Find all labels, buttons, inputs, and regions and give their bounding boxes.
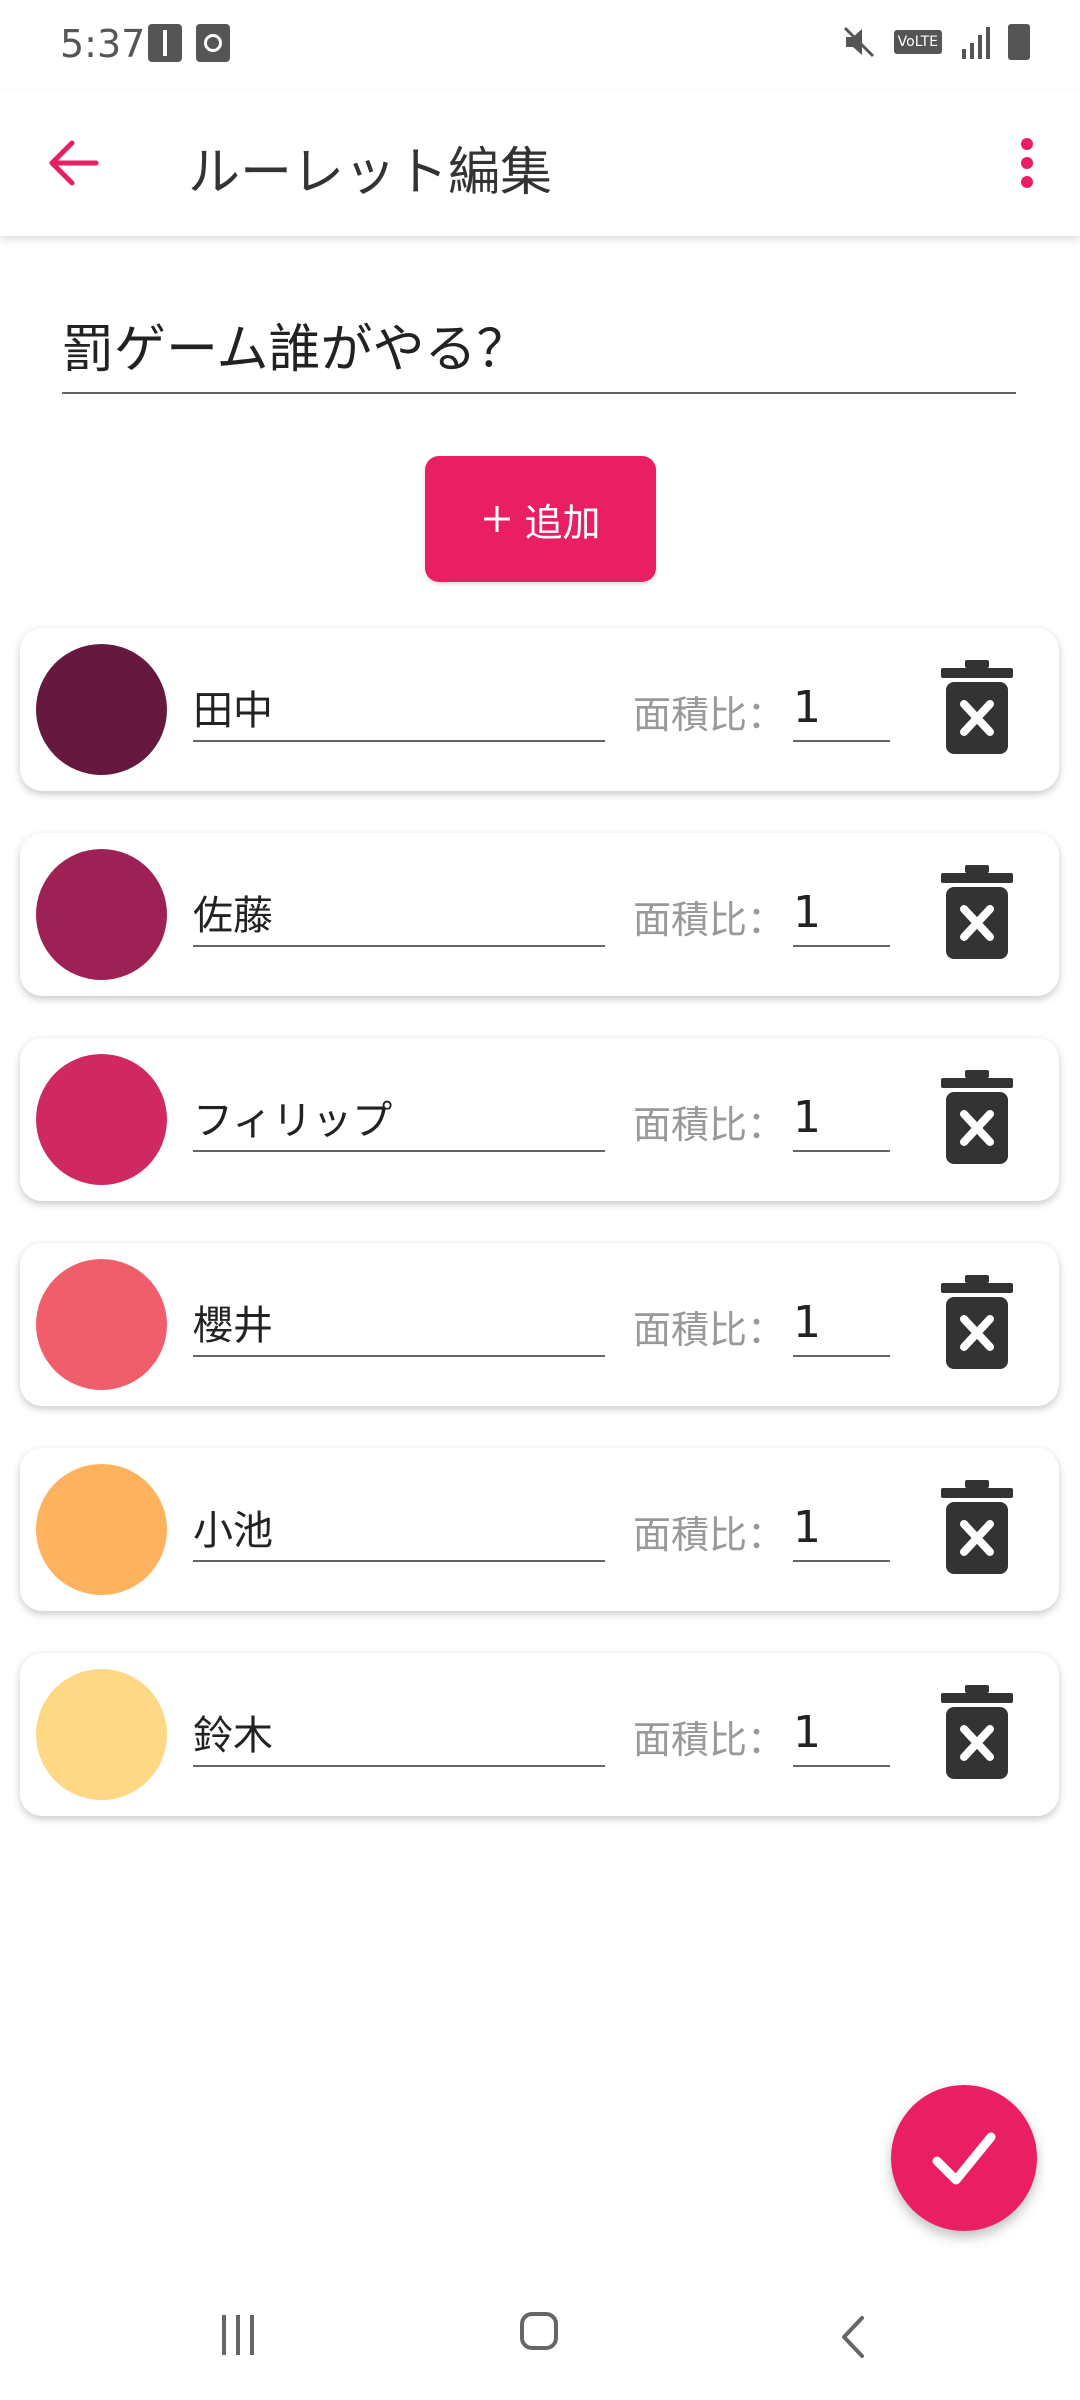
item-name-input[interactable]: 小池 — [193, 1494, 605, 1562]
delete-icon — [941, 1070, 1013, 1164]
mute-icon — [843, 26, 874, 58]
area-ratio-input[interactable]: 1 — [793, 1289, 890, 1357]
item-name-input[interactable]: フィリップ — [193, 1084, 605, 1152]
system-nav-bar — [0, 2280, 1080, 2400]
delete-button[interactable] — [937, 863, 1017, 963]
page-title: ルーレット編集 — [188, 143, 553, 203]
roulette-name-input[interactable]: 罰ゲーム誰がやる？ — [62, 316, 1016, 394]
app-bar: ルーレット編集 — [0, 90, 1080, 236]
recent-apps-button[interactable] — [220, 2315, 260, 2357]
system-back-button[interactable] — [830, 2312, 880, 2362]
roulette-item-2: 佐藤 面積比： 1 — [20, 833, 1059, 996]
status-left-icons — [148, 24, 230, 62]
area-ratio-label: 面積比： — [633, 693, 786, 737]
add-button[interactable]: 追加 — [425, 456, 656, 582]
color-swatch[interactable] — [36, 1669, 167, 1800]
area-ratio-label: 面積比： — [633, 1718, 786, 1762]
back-button[interactable] — [40, 128, 110, 198]
plus-icon — [484, 506, 511, 532]
color-swatch[interactable] — [36, 1259, 167, 1390]
roulette-item-4: 櫻井 面積比： 1 — [20, 1243, 1059, 1406]
area-ratio-label: 面積比： — [633, 1308, 786, 1352]
delete-button[interactable] — [937, 1068, 1017, 1168]
usb-icon — [148, 24, 182, 62]
signal-icon — [962, 27, 990, 59]
item-name-input[interactable]: 鈴木 — [193, 1699, 605, 1767]
item-name-input[interactable]: 佐藤 — [193, 879, 605, 947]
status-bar: 5:37 VoLTE — [0, 0, 1080, 90]
more-options-button[interactable] — [1002, 128, 1052, 198]
delete-button[interactable] — [937, 658, 1017, 758]
clock-icon — [196, 24, 230, 62]
chevron-left-icon — [842, 2316, 864, 2358]
delete-icon — [941, 660, 1013, 754]
area-ratio-label: 面積比： — [633, 898, 786, 942]
color-swatch[interactable] — [36, 1464, 167, 1595]
area-ratio-label: 面積比： — [633, 1513, 786, 1557]
delete-button[interactable] — [937, 1478, 1017, 1578]
check-icon — [932, 2132, 996, 2185]
status-right-icons: VoLTE — [842, 24, 1030, 60]
area-ratio-input[interactable]: 1 — [793, 1084, 890, 1152]
area-ratio-input[interactable]: 1 — [793, 1699, 890, 1767]
delete-icon — [941, 865, 1013, 959]
confirm-button[interactable] — [891, 2085, 1037, 2231]
item-name-input[interactable]: 田中 — [193, 674, 605, 742]
roulette-item-1: 田中 面積比： 1 — [20, 628, 1059, 791]
area-ratio-input[interactable]: 1 — [793, 1494, 890, 1562]
color-swatch[interactable] — [36, 1054, 167, 1185]
roulette-item-5: 小池 面積比： 1 — [20, 1448, 1059, 1611]
delete-icon — [941, 1275, 1013, 1369]
roulette-item-3: フィリップ 面積比： 1 — [20, 1038, 1059, 1201]
area-ratio-label: 面積比： — [633, 1103, 786, 1147]
add-button-label: 追加 — [524, 500, 601, 545]
delete-icon — [941, 1685, 1013, 1779]
delete-button[interactable] — [937, 1273, 1017, 1373]
arrow-left-icon — [49, 140, 99, 186]
volte-badge: VoLTE — [893, 30, 942, 54]
delete-icon — [941, 1480, 1013, 1574]
battery-icon — [1008, 24, 1030, 60]
item-name-input[interactable]: 櫻井 — [193, 1289, 605, 1357]
home-button[interactable] — [520, 2312, 558, 2350]
area-ratio-input[interactable]: 1 — [793, 674, 890, 742]
color-swatch[interactable] — [36, 644, 167, 775]
roulette-item-6: 鈴木 面積比： 1 — [20, 1653, 1059, 1816]
delete-button[interactable] — [937, 1683, 1017, 1783]
color-swatch[interactable] — [36, 849, 167, 980]
area-ratio-input[interactable]: 1 — [793, 879, 890, 947]
status-time: 5:37 — [60, 22, 146, 66]
